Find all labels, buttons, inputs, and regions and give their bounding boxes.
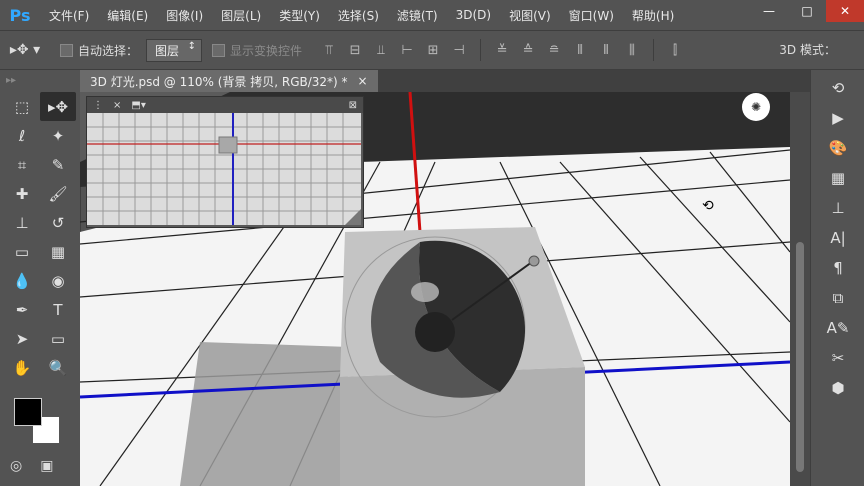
marquee-tool-icon[interactable]: ⬚ [4,92,40,121]
brush-tool-icon[interactable]: 🖌 [40,179,76,208]
close-panel-icon[interactable]: × [113,100,121,111]
gradient-tool-icon[interactable]: ▦ [40,237,76,266]
auto-align-icon[interactable]: ⫿ [664,39,686,61]
distribute-left-icon[interactable]: ⫴ [569,39,591,61]
eraser-tool-icon[interactable]: ▭ [4,237,40,266]
window-controls: — □ ✕ [750,0,864,22]
tools-panel: ▸▸ ⬚ ▸✥ ℓ ✦ ⌗ ✎ ✚ 🖌 ⊥ ↺ ▭ ▦ 💧 ◉ ✒ T ➤ ▭ … [0,70,81,486]
menu-edit[interactable]: 编辑(E) [98,7,157,24]
document-title: 3D 灯光.psd @ 110% (背景 拷贝, RGB/32*) * [90,74,348,89]
distribute-right-icon[interactable]: ⫼ [621,39,643,61]
panel-grip[interactable]: ▸▸ [0,70,80,92]
menu-type[interactable]: 类型(Y) [270,7,329,24]
minimize-button[interactable]: — [750,0,788,22]
healing-brush-tool-icon[interactable]: ✚ [4,179,40,208]
clone-source-icon[interactable]: ⧉ [825,286,851,310]
rotate-cursor-icon: ⟲ [702,198,714,214]
crop-tool-icon[interactable]: ⌗ [4,150,40,179]
panel-menu-icon[interactable]: ⬒▾ [131,100,145,111]
document-tab[interactable]: 3D 灯光.psd @ 110% (背景 拷贝, RGB/32*) * × [80,70,378,92]
screen-mode-icon[interactable]: ▣ [40,458,53,474]
quick-mask-icon[interactable]: ◎ [10,458,22,474]
restore-button[interactable]: □ [788,0,826,22]
lasso-tool-icon[interactable]: ℓ [4,121,40,150]
show-transform-checkbox[interactable] [212,43,226,57]
history-brush-tool-icon[interactable]: ↺ [40,208,76,237]
character-icon[interactable]: A| [825,226,851,250]
close-button[interactable]: ✕ [826,0,864,22]
swatches-icon[interactable]: ▦ [825,166,851,190]
pen-tool-icon[interactable]: ✒ [4,295,40,324]
menu-view[interactable]: 视图(V) [500,7,560,24]
3d-icon[interactable]: ⬢ [825,376,851,400]
align-bottom-icon[interactable]: ⫫ [370,39,392,61]
align-hcenter-icon[interactable]: ⊞ [422,39,444,61]
eyedropper-tool-icon[interactable]: ✎ [40,150,76,179]
panel-dock: ⟲ ▶ 🎨 ▦ ⊥ A| ¶ ⧉ A✎ ✂ ⬢ [810,70,864,486]
cube-shadow [180,342,350,486]
layer-icon[interactable]: ⊥ [825,196,851,220]
color-swatches [14,398,64,444]
mini-object-marker [218,136,238,154]
align-left-icon[interactable]: ⊢ [396,39,418,61]
3d-mode-label: 3D 模式： [779,43,836,57]
light-handle-knob[interactable] [528,255,540,267]
light-widget-icon[interactable]: ✺ [742,93,770,121]
play-icon[interactable]: ▶ [825,106,851,130]
vertical-scrollbar[interactable] [790,92,810,486]
history-icon[interactable]: ⟲ [825,76,851,100]
foreground-color-swatch[interactable] [14,398,42,426]
panel-grip-icon[interactable]: ⋮ [93,100,103,111]
rectangle-tool-icon[interactable]: ▭ [40,324,76,353]
distribute-bottom-icon[interactable]: ≘ [543,39,565,61]
photoshop-logo: Ps [9,5,31,25]
menu-help[interactable]: 帮助(H) [623,7,683,24]
distribute-top-icon[interactable]: ≚ [491,39,513,61]
collapse-panel-icon[interactable]: ⊠ [349,100,357,111]
panel-header: ⋮ × ⬒▾ ⊠ [87,97,363,113]
move-tool-icon[interactable]: ▸✥ [40,92,76,121]
spotlight-center[interactable] [415,312,455,352]
auto-select-dropdown[interactable]: 图层 [146,38,203,62]
align-controls: ⫪ ⊟ ⫫ ⊢ ⊞ ⊣ ≚ ≙ ≘ ⫴ ⦀ ⫼ ⫿ [318,39,686,61]
move-tool-preset-icon[interactable]: ▸✥ ▾ [0,35,50,65]
auto-select-checkbox[interactable] [60,43,73,57]
specular-highlight [411,282,439,302]
zoom-tool-icon[interactable]: 🔍 [40,353,76,382]
menu-bar: Ps 文件(F) 编辑(E) 图像(I) 图层(L) 类型(Y) 选择(S) 滤… [0,0,864,30]
show-transform-label: 显示变换控件 [230,43,303,58]
clone-stamp-tool-icon[interactable]: ⊥ [4,208,40,237]
paragraph-icon[interactable]: ¶ [825,256,851,280]
hand-tool-icon[interactable]: ✋ [4,353,40,382]
brush-preset-icon[interactable]: A✎ [825,316,851,340]
mini-grid-view[interactable] [87,113,361,225]
menu-image[interactable]: 图像(I) [157,7,212,24]
menu-select[interactable]: 选择(S) [329,7,388,24]
menu-layer[interactable]: 图层(L) [212,7,270,24]
menu-file[interactable]: 文件(F) [40,7,98,24]
menu-3d[interactable]: 3D(D) [447,8,500,22]
magic-wand-tool-icon[interactable]: ✦ [40,121,76,150]
menu-filter[interactable]: 滤镜(T) [388,7,447,24]
divider [653,39,655,61]
tools-preset-icon[interactable]: ✂ [825,346,851,370]
distribute-vcenter-icon[interactable]: ≙ [517,39,539,61]
path-selection-tool-icon[interactable]: ➤ [4,324,40,353]
type-tool-icon[interactable]: T [40,295,76,324]
document-tab-bar: 3D 灯光.psd @ 110% (背景 拷贝, RGB/32*) * × [80,70,810,92]
align-right-icon[interactable]: ⊣ [448,39,470,61]
options-bar: ▸✥ ▾ 自动选择： 图层 显示变换控件 ⫪ ⊟ ⫫ ⊢ ⊞ ⊣ ≚ ≙ ≘ ⫴… [0,30,864,70]
close-tab-icon[interactable]: × [358,74,368,88]
scroll-thumb[interactable] [796,242,804,472]
blur-tool-icon[interactable]: 💧 [4,266,40,295]
divider [480,39,482,61]
align-vcenter-icon[interactable]: ⊟ [344,39,366,61]
color-palette-icon[interactable]: 🎨 [825,136,851,160]
auto-select-label: 自动选择： [78,43,139,58]
distribute-hcenter-icon[interactable]: ⦀ [595,39,617,61]
3d-axis-panel: ⋮ × ⬒▾ ⊠ [86,96,364,228]
dodge-tool-icon[interactable]: ◉ [40,266,76,295]
align-top-icon[interactable]: ⫪ [318,39,340,61]
menu-window[interactable]: 窗口(W) [560,7,623,24]
